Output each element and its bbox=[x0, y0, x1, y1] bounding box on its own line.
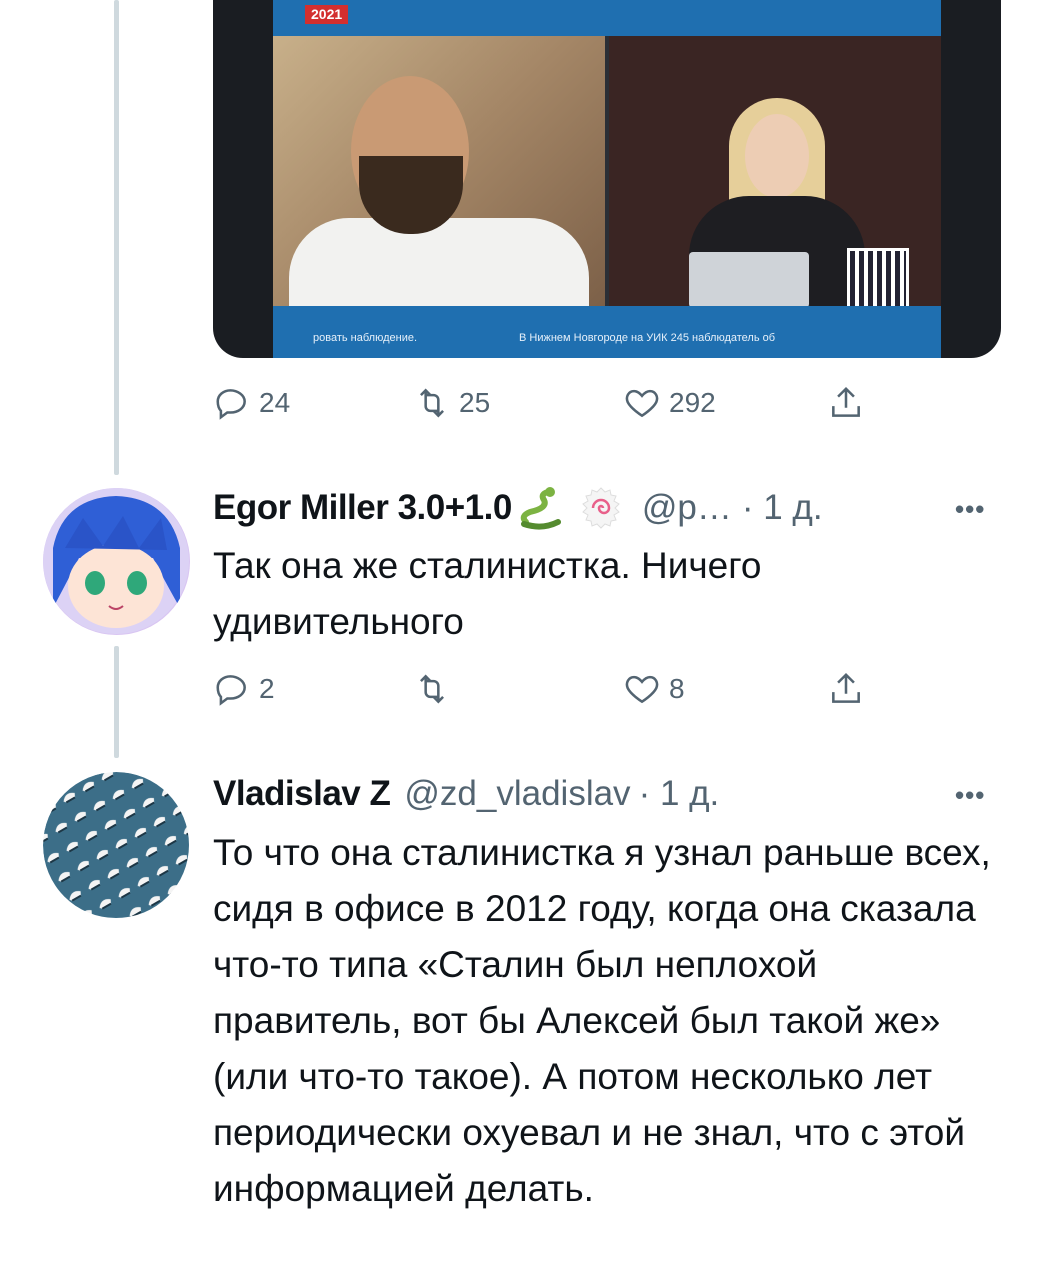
more-options-button[interactable]: ••• bbox=[955, 780, 985, 811]
snake-emoji-icon bbox=[520, 487, 561, 530]
timestamp[interactable]: · 1 д. bbox=[639, 774, 720, 814]
like-button[interactable]: 292 bbox=[623, 384, 716, 422]
reply-count: 24 bbox=[259, 387, 291, 418]
reply-button[interactable]: 2 bbox=[213, 670, 275, 708]
tweet-media-video[interactable]: 2021 ровать наблюдение. В Нижнем Новгоро… bbox=[213, 0, 1001, 358]
tweet2-text: Так она же сталинистка. Ничего удивитель… bbox=[213, 545, 762, 642]
qr-code bbox=[847, 248, 909, 310]
heart-icon bbox=[625, 389, 659, 418]
thread-line-top bbox=[114, 0, 119, 475]
video-left-speaker bbox=[273, 36, 605, 318]
avatar-vladislav-z[interactable] bbox=[43, 772, 190, 919]
avatar-egor-miller[interactable] bbox=[43, 488, 190, 635]
video-frame: 2021 ровать наблюдение. В Нижнем Новгоро… bbox=[273, 0, 941, 358]
reply-icon bbox=[216, 675, 246, 706]
tweet3-header: Vladislav Z @zd_vladislav · 1 д. bbox=[213, 770, 719, 818]
video-top-bar: 2021 bbox=[273, 0, 941, 36]
tweet3-text: То что она сталинистка я узнал раньше вс… bbox=[213, 832, 991, 1209]
share-button[interactable] bbox=[827, 670, 865, 708]
handle[interactable]: @р… bbox=[642, 488, 732, 528]
retweet-button[interactable]: 25 bbox=[413, 384, 490, 422]
like-count: 292 bbox=[669, 387, 716, 418]
share-button[interactable] bbox=[827, 384, 865, 422]
ticker-right: В Нижнем Новгороде на УИК 245 наблюдател… bbox=[519, 332, 776, 344]
video-right-speaker bbox=[609, 36, 941, 310]
tweet2-header: Egor Miller 3.0+1.0 @р… · 1 д. bbox=[213, 484, 823, 532]
tweet2-action-bar: 2 8 bbox=[213, 670, 893, 716]
retweet-button[interactable] bbox=[413, 670, 459, 708]
laptop bbox=[689, 252, 809, 308]
handle[interactable]: @zd_vladislav bbox=[404, 774, 630, 814]
timestamp[interactable]: · 1 д. bbox=[742, 488, 823, 528]
video-badge: 2021 bbox=[305, 5, 349, 24]
display-name[interactable]: Vladislav Z bbox=[213, 774, 391, 814]
share-icon bbox=[832, 672, 860, 703]
retweet-icon bbox=[420, 388, 444, 418]
fishcake-emoji-icon bbox=[582, 487, 620, 529]
retweet-icon bbox=[420, 674, 444, 704]
like-count: 8 bbox=[669, 673, 685, 704]
reply-button[interactable]: 24 bbox=[213, 384, 290, 422]
display-name[interactable]: Egor Miller 3.0+1.0 bbox=[213, 488, 512, 528]
video-ticker: ровать наблюдение. В Нижнем Новгороде на… bbox=[273, 306, 941, 358]
ticker-left: ровать наблюдение. bbox=[313, 332, 418, 344]
reply-count: 2 bbox=[259, 673, 275, 704]
share-icon bbox=[832, 386, 860, 417]
retweet-count: 25 bbox=[459, 387, 491, 418]
like-button[interactable]: 8 bbox=[623, 670, 685, 708]
thread-line-middle bbox=[114, 646, 119, 758]
tweet1-action-bar: 24 25 292 bbox=[213, 384, 893, 430]
more-options-button[interactable]: ••• bbox=[955, 494, 985, 525]
reply-icon bbox=[216, 389, 246, 420]
heart-icon bbox=[625, 675, 659, 704]
